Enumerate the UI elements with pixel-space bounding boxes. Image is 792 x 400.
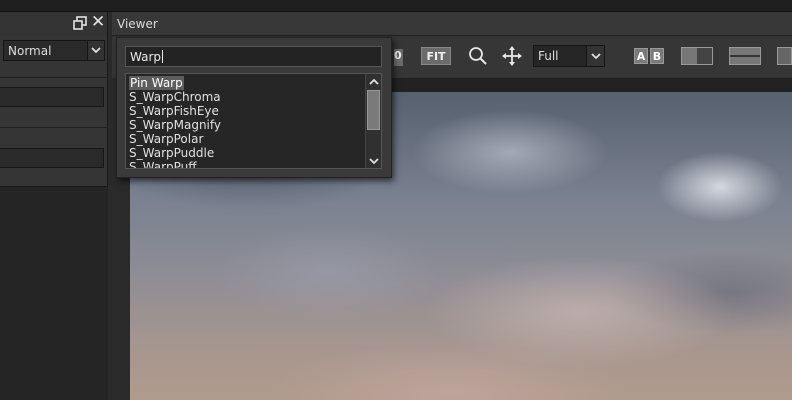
text-caret [162, 50, 164, 63]
b-buffer-button[interactable]: B [650, 48, 664, 64]
results-scrollbar[interactable] [365, 74, 381, 168]
top-strip [0, 0, 792, 12]
property-field[interactable] [0, 148, 104, 168]
left-panel-header: ✕ [0, 12, 107, 36]
effect-search-input[interactable]: Warp [125, 46, 382, 67]
chevron-down-icon[interactable] [366, 154, 381, 168]
resolution-select[interactable]: Full [533, 45, 605, 67]
viewer-tab[interactable]: Viewer [112, 12, 792, 36]
zoom-magnifier-icon[interactable] [468, 46, 488, 66]
blend-mode-value: Normal [8, 43, 52, 58]
list-item[interactable]: S_WarpPuff [129, 160, 197, 168]
viewer-title: Viewer [117, 17, 158, 31]
list-item[interactable]: S_WarpChroma [129, 90, 221, 104]
left-panel: ✕ Normal [0, 12, 108, 400]
chevron-up-icon[interactable] [366, 74, 381, 88]
divider [0, 77, 108, 78]
search-query: Warp [130, 49, 162, 64]
split-vertical-button[interactable] [681, 47, 713, 65]
float-panel-icon[interactable] [73, 16, 87, 30]
blend-mode-select[interactable]: Normal [3, 40, 105, 61]
resolution-value: Full [538, 49, 559, 63]
scrollbar-thumb[interactable] [367, 90, 380, 130]
close-panel-icon[interactable]: ✕ [91, 14, 105, 31]
property-field[interactable] [0, 87, 104, 107]
divider [0, 127, 108, 128]
chevron-down-icon[interactable] [87, 41, 104, 60]
list-item[interactable]: S_WarpPuddle [129, 146, 214, 160]
search-results-list[interactable]: Pin Warp S_WarpChroma S_WarpFishEye S_Wa… [125, 73, 382, 169]
split-horizontal-button[interactable] [729, 47, 761, 65]
list-item[interactable]: S_WarpFishEye [129, 104, 219, 118]
chevron-down-icon[interactable] [586, 46, 604, 66]
list-item[interactable]: S_WarpMagnify [129, 118, 221, 132]
toolbar-overflow-button[interactable] [777, 47, 792, 65]
list-item[interactable]: Pin Warp [129, 76, 184, 90]
effect-search-popup: Warp Pin Warp S_WarpChroma S_WarpFishEye… [116, 37, 392, 178]
left-panel-lower-area [0, 186, 108, 400]
fit-button[interactable]: FIT [421, 47, 451, 65]
list-item[interactable]: S_WarpPolar [129, 132, 203, 146]
zoom-button[interactable]: 0 [394, 49, 403, 66]
pan-move-icon[interactable] [502, 46, 522, 66]
a-buffer-button[interactable]: A [634, 48, 648, 64]
